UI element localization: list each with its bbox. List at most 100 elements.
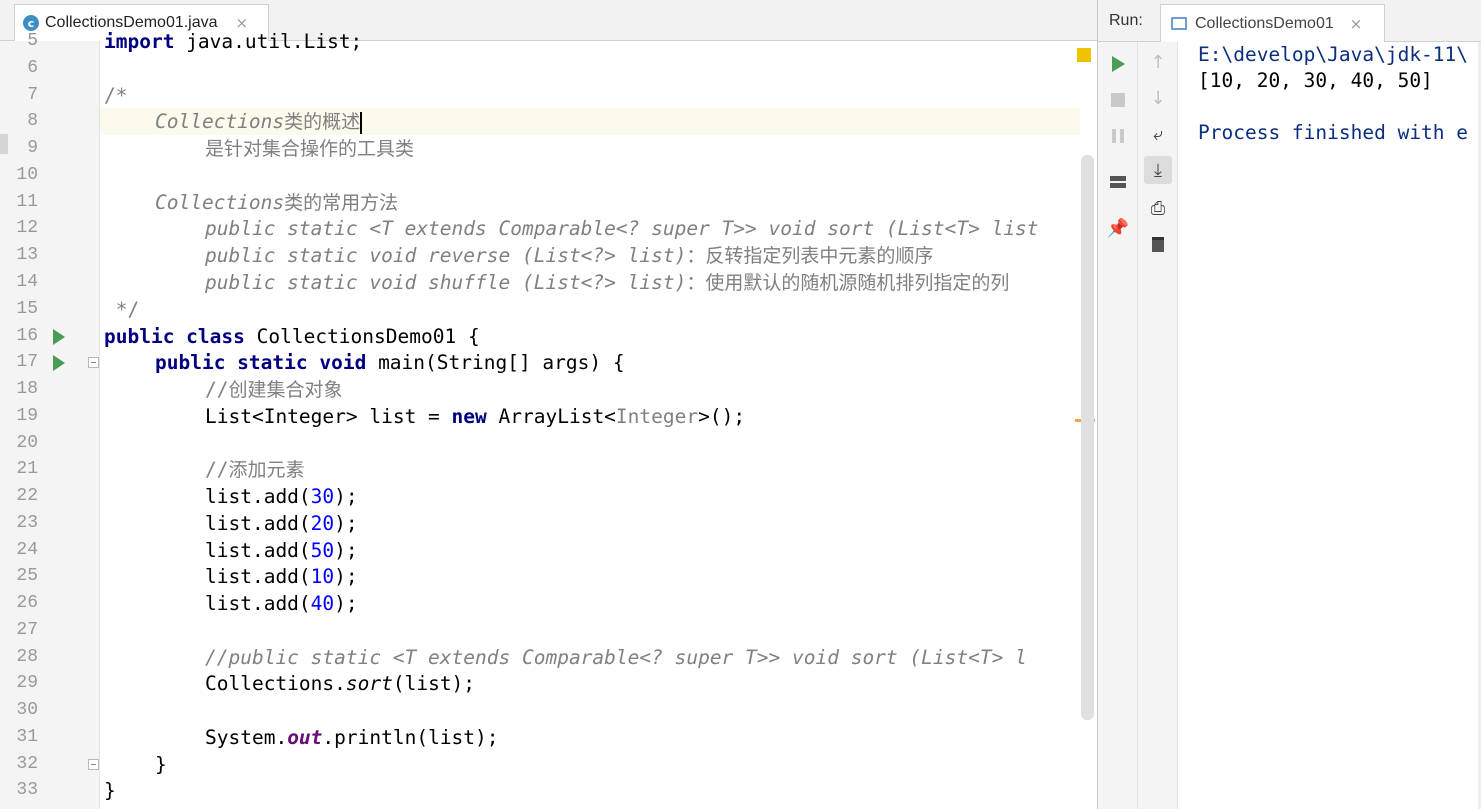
code-line[interactable]: Collections.sort(list); xyxy=(205,670,475,697)
gutter-line: 15 xyxy=(0,296,100,323)
pause-icon[interactable] xyxy=(1104,122,1132,150)
gutter-line: 17 xyxy=(0,349,100,376)
code-text: CollectionsDemo01 { xyxy=(244,325,480,348)
code-line[interactable]: list.add(50); xyxy=(205,537,358,564)
number-literal: 10 xyxy=(310,565,335,588)
code-line[interactable]: list.add(20); xyxy=(205,510,358,537)
up-arrow-icon[interactable]: ↑ xyxy=(1144,48,1172,76)
code-line[interactable]: } xyxy=(104,777,116,804)
code-line[interactable]: } xyxy=(155,751,167,778)
comment: public static void shuffle (List<?> list… xyxy=(205,271,687,294)
warning-marker-icon[interactable] xyxy=(1077,48,1091,62)
gutter-line: 14 xyxy=(0,269,100,296)
number-literal: 30 xyxy=(310,485,335,508)
console-output[interactable]: E:\develop\Java\jdk-11\ [10, 20, 30, 40,… xyxy=(1198,42,1481,809)
stop-icon[interactable] xyxy=(1104,86,1132,114)
static-method: sort xyxy=(345,672,393,695)
line-number: 18 xyxy=(16,379,38,399)
gutter-line: 12 xyxy=(0,215,100,242)
run-config-icon xyxy=(1171,17,1187,30)
layout-icon[interactable] xyxy=(1104,168,1132,196)
line-number: 24 xyxy=(16,540,38,560)
code-line[interactable]: public static void reverse (List<?> list… xyxy=(205,242,933,269)
code-line[interactable]: Collections类的常用方法 xyxy=(155,189,398,216)
code-text: (list); xyxy=(392,672,476,695)
run-class-icon[interactable] xyxy=(53,329,65,345)
scroll-to-end-icon[interactable]: ⤓ xyxy=(1144,156,1172,184)
line-number: 30 xyxy=(16,700,38,720)
print-icon[interactable]: ⎙ xyxy=(1144,194,1172,222)
code-text: list.add( xyxy=(205,539,311,562)
code-text: ); xyxy=(334,565,358,588)
code-line[interactable]: list.add(40); xyxy=(205,590,358,617)
run-tab-label: CollectionsDemo01 xyxy=(1195,14,1334,32)
line-number: 7 xyxy=(27,85,38,105)
editor-pane[interactable]: c CollectionsDemo01.java × 5 6 7 8 9 10 … xyxy=(0,0,1097,809)
editor-scrollbar[interactable] xyxy=(1081,155,1094,720)
code-line[interactable]: public static void shuffle (List<?> list… xyxy=(205,269,1009,296)
line-number: 16 xyxy=(16,326,38,346)
run-header: Run: CollectionsDemo01 × xyxy=(1098,0,1481,42)
run-toolbar-right: ↑ ↓ ⤶ ⤓ ⎙ xyxy=(1138,42,1178,809)
gutter-line: 11 xyxy=(0,189,100,216)
run-toolbar-left: 📌 xyxy=(1098,42,1138,809)
soft-wrap-icon[interactable]: ⤶ xyxy=(1144,120,1172,148)
console-output-line: [10, 20, 30, 40, 50] xyxy=(1198,69,1433,92)
code-line[interactable]: Collections类的概述 xyxy=(155,108,363,135)
comment: // xyxy=(205,378,229,401)
gutter-line: 32 xyxy=(0,751,100,778)
code-line[interactable]: public static void main(String[] args) { xyxy=(155,349,625,376)
code-line[interactable]: //添加元素 xyxy=(205,456,305,483)
code-line[interactable]: System.out.println(list); xyxy=(205,724,499,751)
code-line[interactable]: //创建集合对象 xyxy=(205,376,343,403)
run-tab-collectionsdemo01[interactable]: CollectionsDemo01 × xyxy=(1160,4,1385,42)
keyword: public class xyxy=(104,325,245,348)
run-tool-window[interactable]: Run: CollectionsDemo01 × 📌 ↑ ↓ ⤶ ⤓ ⎙ E:\… xyxy=(1097,0,1481,809)
rerun-icon[interactable] xyxy=(1104,50,1132,78)
code-line[interactable]: */ xyxy=(104,296,140,323)
comment: ：使用默认的随机源随机排列指定的列 xyxy=(686,272,1010,294)
code-line[interactable]: list.add(10); xyxy=(205,563,358,590)
gutter-line: 8 xyxy=(0,108,100,135)
comment: 添加元素 xyxy=(228,459,305,481)
code-line[interactable]: 是针对集合操作的工具类 xyxy=(205,135,414,162)
comment: public static void reverse (List<?> list… xyxy=(205,244,687,267)
code-line[interactable]: public class CollectionsDemo01 { xyxy=(104,323,480,350)
code-text: List<Integer> list = xyxy=(205,405,452,428)
line-number: 32 xyxy=(16,754,38,774)
pin-icon[interactable]: 📌 xyxy=(1104,214,1132,242)
run-main-icon[interactable] xyxy=(53,355,65,371)
line-number: 13 xyxy=(16,245,38,265)
gutter-line: 22 xyxy=(0,483,100,510)
close-icon[interactable]: × xyxy=(1350,15,1363,33)
code-text: Collections. xyxy=(205,672,346,695)
line-number: 19 xyxy=(16,406,38,426)
code-line[interactable]: import java.util.List; xyxy=(104,28,362,55)
line-number: 22 xyxy=(16,486,38,506)
code-text: System. xyxy=(205,726,288,749)
code-line[interactable]: List<Integer> list = new ArrayList<Integ… xyxy=(205,403,745,430)
line-number: 9 xyxy=(27,138,38,158)
fold-toggle-icon[interactable] xyxy=(88,759,99,770)
gutter-line: 27 xyxy=(0,617,100,644)
line-number: 23 xyxy=(16,513,38,533)
trash-icon[interactable] xyxy=(1144,230,1172,258)
code-line[interactable]: /* xyxy=(104,82,127,109)
gutter-line: 13 xyxy=(0,242,100,269)
keyword: new xyxy=(451,405,487,428)
gutter-line: 6 xyxy=(0,55,100,82)
code-line[interactable]: public static <T extends Comparable<? su… xyxy=(205,215,1039,242)
code-text: java.util.List; xyxy=(174,30,363,53)
gutter-line: 7 xyxy=(0,82,100,109)
line-number: 33 xyxy=(16,780,38,800)
line-number: 25 xyxy=(16,566,38,586)
fold-toggle-icon[interactable] xyxy=(88,357,99,368)
code-line[interactable]: list.add(30); xyxy=(205,483,358,510)
code-line[interactable]: //public static <T extends Comparable<? … xyxy=(205,644,1027,671)
line-number: 8 xyxy=(27,111,38,131)
down-arrow-icon[interactable]: ↓ xyxy=(1144,84,1172,112)
comment: public static <T extends Comparable<? su… xyxy=(205,217,1039,240)
comment: 是针对集合操作的工具类 xyxy=(205,138,415,160)
number-literal: 20 xyxy=(310,512,335,535)
code-text: Integer xyxy=(615,405,699,428)
